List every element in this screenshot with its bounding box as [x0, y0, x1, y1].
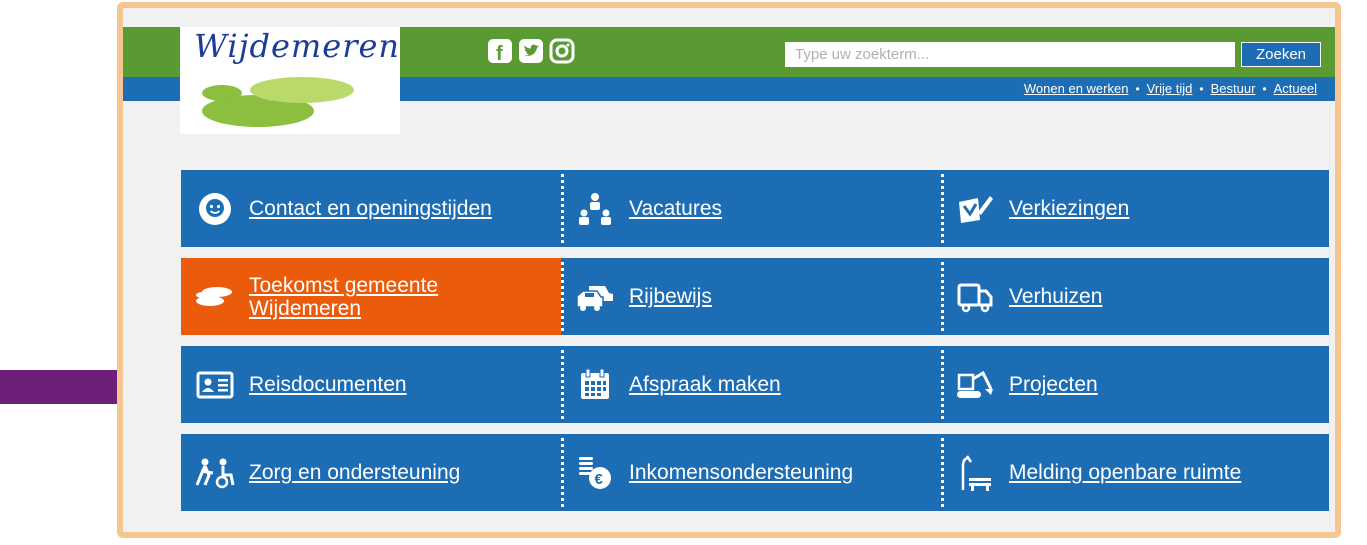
tile-toekomst[interactable]: Toekomst gemeente Wijdemeren — [181, 258, 561, 335]
lily-pad-logo-icon — [202, 77, 354, 127]
tile-melding[interactable]: Melding openbare ruimte — [941, 434, 1329, 511]
twitter-icon[interactable] — [518, 38, 544, 64]
search-button[interactable]: Zoeken — [1241, 42, 1321, 67]
contact-person-icon — [195, 189, 235, 229]
nav-separator: • — [1135, 81, 1140, 96]
logo[interactable]: Wijdemeren — [180, 27, 400, 134]
tile-contact[interactable]: Contact en openingstijden — [181, 170, 561, 247]
excavator-icon — [955, 365, 995, 405]
nav-separator: • — [1199, 81, 1204, 96]
tile-grid: Contact en openingstijden Vacatures Verk… — [181, 170, 1329, 518]
browser-frame: Wijdemeren f Zoeken Wonen en werken • Vr… — [117, 2, 1341, 538]
tile-label[interactable]: Vacatures — [629, 197, 722, 220]
tile-label[interactable]: Zorg en ondersteuning — [249, 461, 460, 484]
nav-link-actueel[interactable]: Actueel — [1274, 81, 1317, 96]
top-navigation: Wonen en werken • Vrije tijd • Bestuur •… — [1024, 81, 1317, 96]
tile-label[interactable]: Verhuizen — [1009, 285, 1102, 308]
facebook-icon[interactable]: f — [487, 38, 513, 64]
tile-projecten[interactable]: Projecten — [941, 346, 1329, 423]
care-icon — [195, 453, 235, 493]
lily-pad-icon — [195, 277, 235, 317]
tile-verhuizen[interactable]: Verhuizen — [941, 258, 1329, 335]
street-bench-icon — [955, 453, 995, 493]
social-links: f — [487, 38, 575, 64]
search-input[interactable] — [785, 42, 1235, 67]
tile-label[interactable]: Contact en openingstijden — [249, 197, 492, 220]
tile-afspraak-maken[interactable]: Afspraak maken — [561, 346, 941, 423]
tile-rijbewijs[interactable]: Rijbewijs — [561, 258, 941, 335]
tile-label[interactable]: Afspraak maken — [629, 373, 781, 396]
tile-verkiezingen[interactable]: Verkiezingen — [941, 170, 1329, 247]
nav-link-vrije-tijd[interactable]: Vrije tijd — [1147, 81, 1193, 96]
svg-text:€: € — [595, 471, 604, 488]
tile-label[interactable]: Toekomst gemeente Wijdemeren — [249, 274, 489, 320]
tile-vacatures[interactable]: Vacatures — [561, 170, 941, 247]
cars-icon — [575, 277, 615, 317]
id-card-icon — [195, 365, 235, 405]
moving-truck-icon — [955, 277, 995, 317]
calendar-icon — [575, 365, 615, 405]
tile-inkomensondersteuning[interactable]: € Inkomensondersteuning — [561, 434, 941, 511]
tile-label[interactable]: Inkomensondersteuning — [629, 461, 853, 484]
tile-reisdocumenten[interactable]: Reisdocumenten — [181, 346, 561, 423]
euro-coins-icon: € — [575, 453, 615, 493]
tile-label[interactable]: Projecten — [1009, 373, 1098, 396]
svg-text:f: f — [496, 43, 503, 64]
tile-label[interactable]: Melding openbare ruimte — [1009, 461, 1241, 484]
tile-label[interactable]: Rijbewijs — [629, 285, 712, 308]
nav-separator: • — [1262, 81, 1267, 96]
instagram-icon[interactable] — [549, 38, 575, 64]
elections-icon — [955, 189, 995, 229]
nav-link-wonen-en-werken[interactable]: Wonen en werken — [1024, 81, 1129, 96]
tile-label[interactable]: Verkiezingen — [1009, 197, 1129, 220]
nav-link-bestuur[interactable]: Bestuur — [1211, 81, 1256, 96]
vacancies-people-icon — [575, 189, 615, 229]
tile-label[interactable]: Reisdocumenten — [249, 373, 407, 396]
tile-zorg[interactable]: Zorg en ondersteuning — [181, 434, 561, 511]
